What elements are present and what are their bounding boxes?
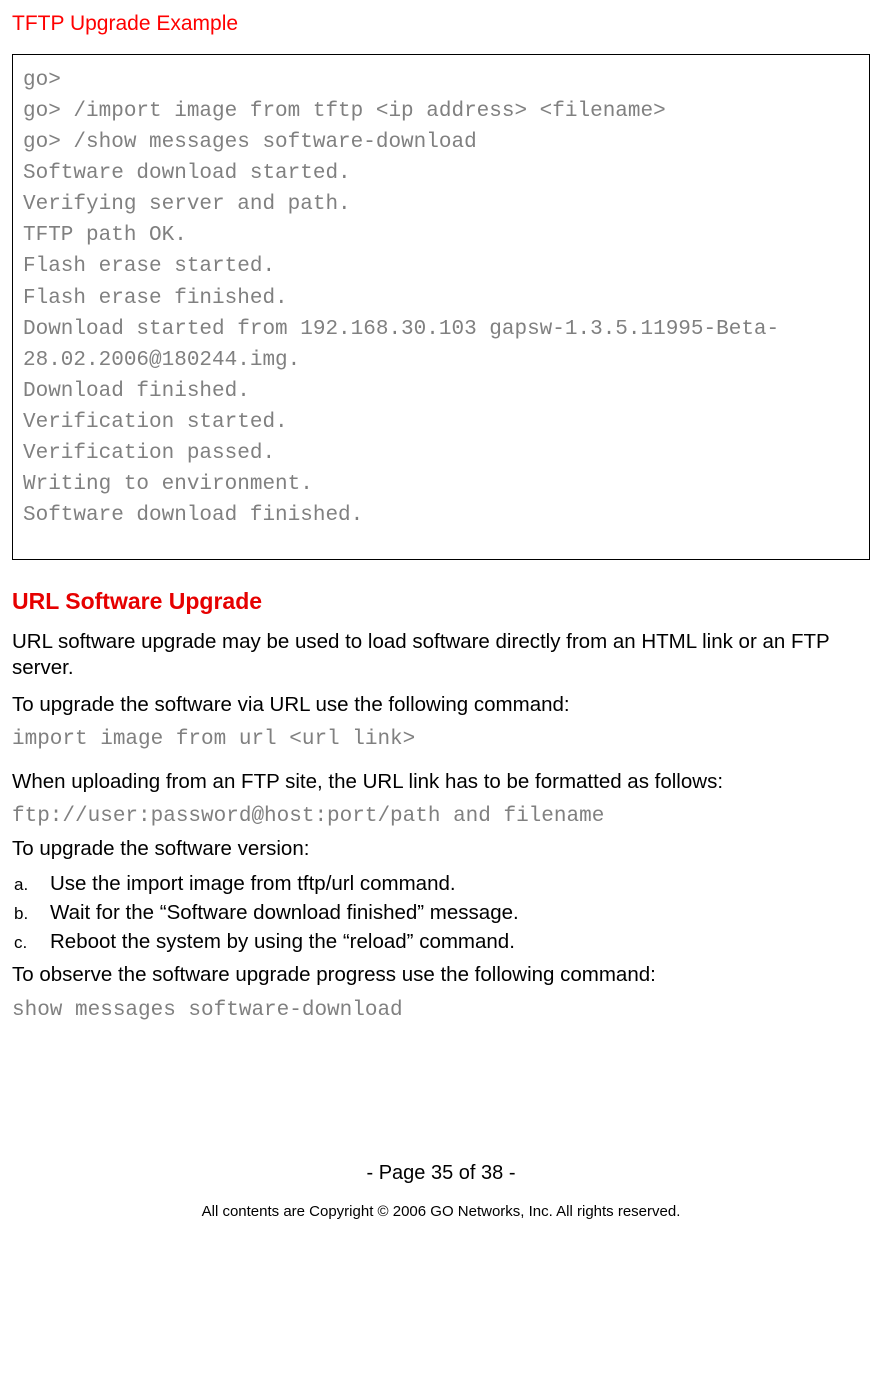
paragraph: To upgrade the software via URL use the … <box>12 692 870 718</box>
code-line: Verifying server and path. <box>23 189 859 220</box>
copyright-text: All contents are Copyright © 2006 GO Net… <box>12 1203 870 1220</box>
code-line: go> <box>23 65 859 96</box>
page-footer: - Page 35 of 38 - All contents are Copyr… <box>12 1162 870 1220</box>
code-line: Flash erase started. <box>23 251 859 282</box>
page-number: - Page 35 of 38 - <box>12 1162 870 1185</box>
terminal-output-box: go> go> /import image from tftp <ip addr… <box>12 54 870 560</box>
list-item: b. Wait for the “Software download finis… <box>12 901 870 925</box>
code-line: go> /import image from tftp <ip address>… <box>23 96 859 127</box>
step-label: b. <box>12 904 50 924</box>
code-line: TFTP path OK. <box>23 220 859 251</box>
command-text: show messages software-download <box>12 999 870 1022</box>
code-line: Software download started. <box>23 158 859 189</box>
code-line: go> /show messages software-download <box>23 127 859 158</box>
step-text: Wait for the “Software download finished… <box>50 901 519 925</box>
step-label: c. <box>12 933 50 953</box>
command-text: ftp://user:password@host:port/path and f… <box>12 805 870 828</box>
code-line: Verification passed. <box>23 438 859 469</box>
code-line: Download started from 192.168.30.103 gap… <box>23 314 859 376</box>
code-line: Verification started. <box>23 407 859 438</box>
paragraph: To observe the software upgrade progress… <box>12 962 870 988</box>
command-text: import image from url <url link> <box>12 728 870 751</box>
paragraph: URL software upgrade may be used to load… <box>12 629 870 681</box>
step-text: Use the import image from tftp/url comma… <box>50 872 456 896</box>
paragraph: When uploading from an FTP site, the URL… <box>12 769 870 795</box>
list-item: a. Use the import image from tftp/url co… <box>12 872 870 896</box>
step-label: a. <box>12 875 50 895</box>
code-line: Writing to environment. <box>23 469 859 500</box>
step-text: Reboot the system by using the “reload” … <box>50 930 515 954</box>
list-item: c. Reboot the system by using the “reloa… <box>12 930 870 954</box>
tftp-example-heading: TFTP Upgrade Example <box>12 12 870 36</box>
code-line: Flash erase finished. <box>23 283 859 314</box>
code-line: Software download finished. <box>23 500 859 531</box>
paragraph: To upgrade the software version: <box>12 836 870 862</box>
url-upgrade-heading: URL Software Upgrade <box>12 588 870 615</box>
code-line: Download finished. <box>23 376 859 407</box>
steps-list: a. Use the import image from tftp/url co… <box>12 872 870 954</box>
